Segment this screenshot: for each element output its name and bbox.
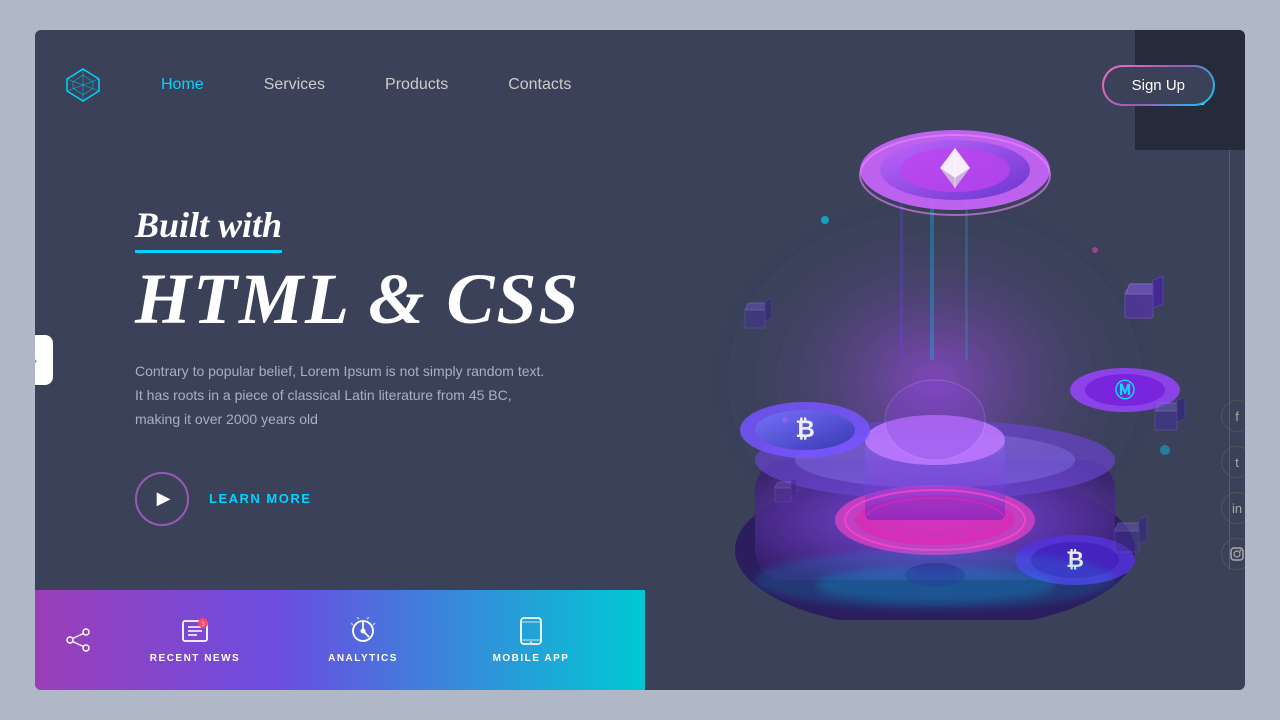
analytics-label: ANALYTICS (328, 653, 398, 664)
nav-services[interactable]: Services (264, 76, 325, 94)
nav-contacts[interactable]: Contacts (508, 76, 571, 94)
hero-description: Contrary to popular belief, Lorem Ipsum … (135, 360, 555, 431)
bottom-bar: 3 RECENT NEWS ANALYTICS (35, 590, 645, 690)
instagram-icon[interactable] (1221, 538, 1245, 570)
play-button[interactable]: ▶ (135, 472, 189, 526)
nav-links: Home Services Products Contacts (161, 76, 1102, 94)
svg-text:₿: ₿ (795, 416, 815, 443)
hero-tagline: Built with (135, 204, 282, 253)
signup-button[interactable]: Sign Up (1102, 65, 1215, 106)
hero-illustration: ₿ Ⓜ ₿ (645, 100, 1225, 620)
recent-news-label: RECENT NEWS (150, 653, 240, 664)
navbar: Home Services Products Contacts Sign Up (35, 30, 1245, 140)
hero-section: Built with HTML & CSS Contrary to popula… (35, 140, 1245, 590)
bottom-analytics[interactable]: ANALYTICS (279, 617, 447, 664)
chevron-right-icon: › (35, 352, 37, 368)
mobile-app-label: MOBILE APP (493, 653, 570, 664)
hero-title: HTML & CSS (135, 263, 580, 335)
cta-row: ▶ LEARN MORE (135, 472, 580, 526)
scroll-left-button[interactable]: › (35, 335, 53, 385)
nav-products[interactable]: Products (385, 76, 448, 94)
hero-text-block: Built with HTML & CSS Contrary to popula… (135, 204, 580, 525)
linkedin-icon[interactable]: in (1221, 492, 1245, 524)
twitter-icon[interactable]: t (1221, 446, 1245, 478)
facebook-icon[interactable]: f (1221, 400, 1245, 432)
social-icons: f t in (1221, 400, 1245, 570)
play-icon: ▶ (157, 488, 171, 509)
bottom-recent-news[interactable]: 3 RECENT NEWS (111, 617, 279, 664)
share-icon[interactable] (65, 627, 111, 653)
bottom-mobile-app[interactable]: MOBILE APP (447, 617, 615, 664)
logo[interactable] (65, 67, 101, 103)
svg-text:Ⓜ: Ⓜ (1115, 379, 1135, 402)
learn-more-link[interactable]: LEARN MORE (209, 491, 311, 506)
nav-home[interactable]: Home (161, 76, 204, 94)
